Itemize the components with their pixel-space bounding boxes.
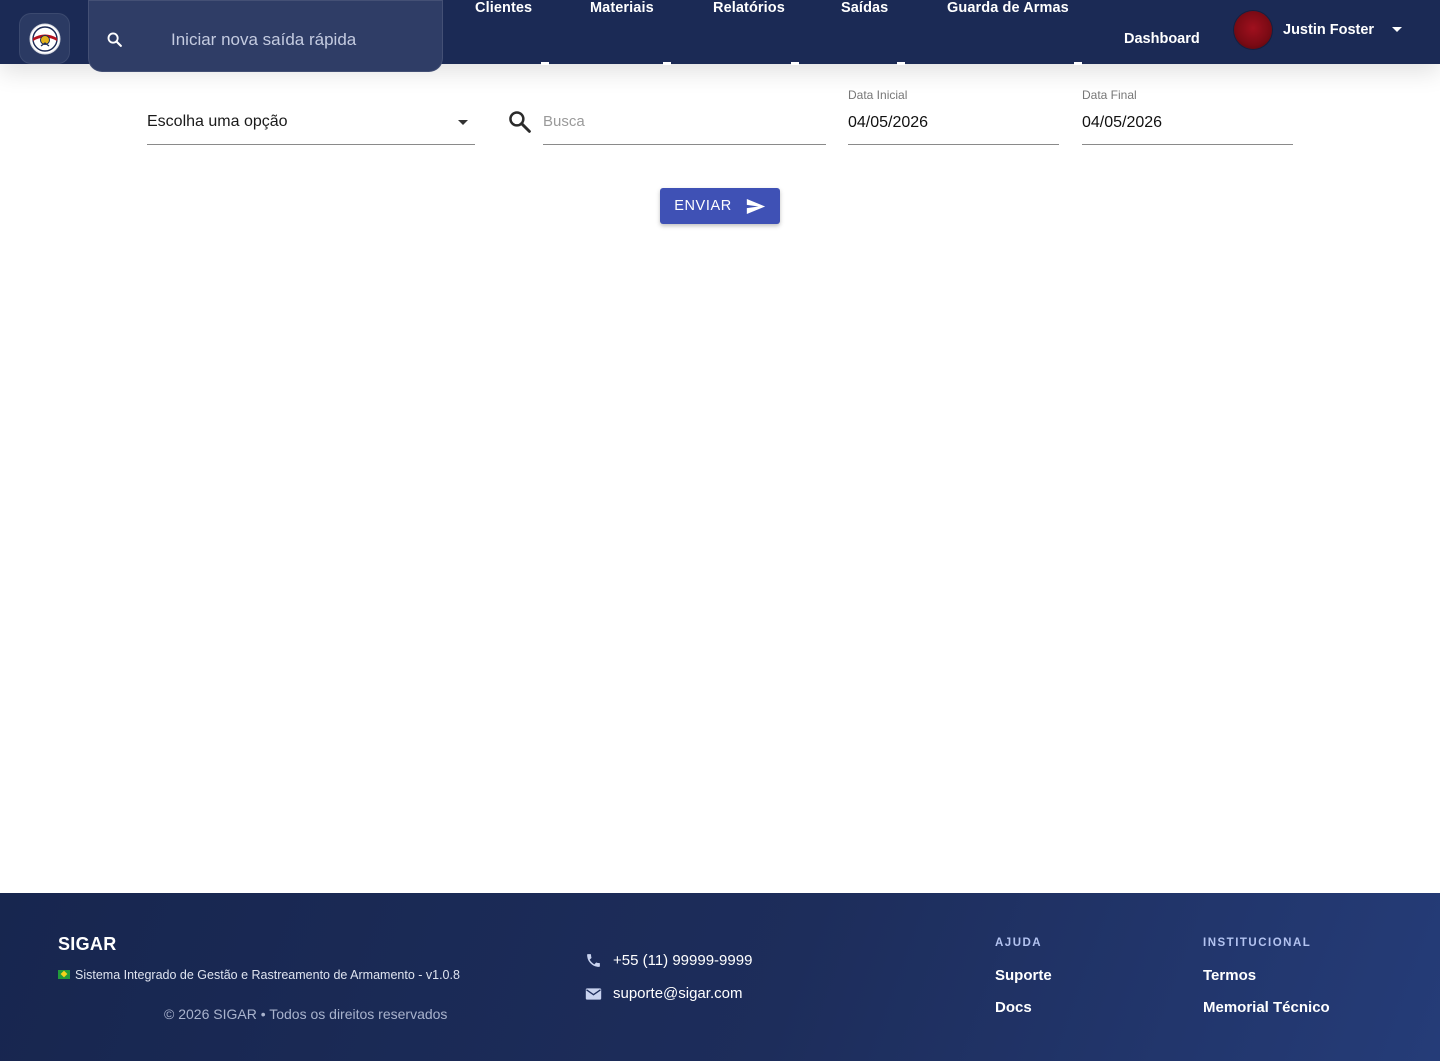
- send-button-label: ENVIAR: [674, 198, 732, 214]
- quick-exit-input[interactable]: [171, 29, 421, 51]
- footer-email[interactable]: suporte@sigar.com: [585, 985, 742, 1002]
- footer-phone-text: +55 (11) 99999-9999: [613, 952, 753, 969]
- nav-item-guarda-de-armas[interactable]: Guarda de Armas: [947, 0, 1082, 65]
- footer-phone[interactable]: +55 (11) 99999-9999: [585, 952, 752, 969]
- nav-item-dashboard[interactable]: Dashboard: [1124, 31, 1200, 47]
- footer-copyright: © 2026 SIGAR • Todos os direitos reserva…: [164, 1006, 448, 1022]
- start-date-value: 04/05/2026: [848, 114, 929, 131]
- footer-link-memorial-tecnico[interactable]: Memorial Técnico: [1203, 999, 1330, 1016]
- police-badge-icon: [29, 23, 60, 54]
- search-icon: [509, 111, 531, 133]
- end-date-label: Data Final: [1082, 88, 1137, 102]
- footer-description-text: Sistema Integrado de Gestão e Rastreamen…: [75, 968, 460, 982]
- site-footer: SIGAR Sistema Integrado de Gestão e Rast…: [0, 893, 1440, 1061]
- nav-item-materiais[interactable]: Materiais: [590, 0, 671, 65]
- phone-icon: [587, 954, 600, 967]
- nav-indicator: [541, 62, 549, 65]
- nav-item-label: Materiais: [590, 0, 654, 16]
- end-date-value: 04/05/2026: [1082, 114, 1163, 131]
- start-date-label: Data Inicial: [848, 88, 908, 102]
- nav-item-label: Relatórios: [713, 0, 785, 16]
- option-select-value: Escolha uma opção: [147, 113, 288, 130]
- search-input[interactable]: [543, 113, 826, 130]
- send-icon: [746, 198, 765, 214]
- footer-brand: SIGAR: [58, 934, 117, 954]
- start-date-field[interactable]: Data Inicial 04/05/2026: [848, 87, 1059, 145]
- nav-indicator: [663, 62, 671, 65]
- avatar[interactable]: [1234, 11, 1272, 49]
- nav-item-label: Saídas: [841, 0, 889, 16]
- nav-indicator: [1074, 62, 1082, 65]
- footer-link-suporte[interactable]: Suporte: [995, 967, 1052, 984]
- dropdown-arrow-icon: [458, 120, 468, 125]
- end-date-field[interactable]: Data Final 04/05/2026: [1082, 87, 1293, 145]
- footer-link-docs[interactable]: Docs: [995, 999, 1032, 1016]
- nav-indicator: [897, 62, 905, 65]
- nav-item-clientes[interactable]: Clientes: [475, 0, 549, 65]
- home-logo-button[interactable]: [19, 13, 70, 64]
- top-navbar: Clientes Materiais Relatórios Saídas Gua…: [0, 0, 1440, 72]
- footer-help-title: AJUDA: [995, 937, 1043, 949]
- search-field: [543, 108, 826, 145]
- footer-link-termos[interactable]: Termos: [1203, 967, 1256, 984]
- nav-item-label: Clientes: [475, 0, 533, 16]
- brazil-flag-icon: [58, 970, 70, 979]
- send-button[interactable]: ENVIAR: [660, 188, 780, 224]
- quick-exit-search: [88, 0, 443, 72]
- user-menu-name[interactable]: Justin Foster: [1283, 22, 1374, 38]
- footer-email-text: suporte@sigar.com: [613, 985, 743, 1002]
- nav-item-saidas[interactable]: Saídas: [841, 0, 905, 65]
- nav-item-relatorios[interactable]: Relatórios: [713, 0, 799, 65]
- search-icon: [107, 32, 122, 47]
- chevron-down-icon[interactable]: [1392, 27, 1402, 32]
- footer-institutional-title: INSTITUCIONAL: [1203, 937, 1312, 949]
- option-select[interactable]: Escolha uma opção: [147, 108, 475, 145]
- mail-icon: [585, 987, 602, 1000]
- footer-description: Sistema Integrado de Gestão e Rastreamen…: [58, 968, 460, 982]
- nav-item-label: Guarda de Armas: [947, 0, 1069, 16]
- nav-indicator: [791, 62, 799, 65]
